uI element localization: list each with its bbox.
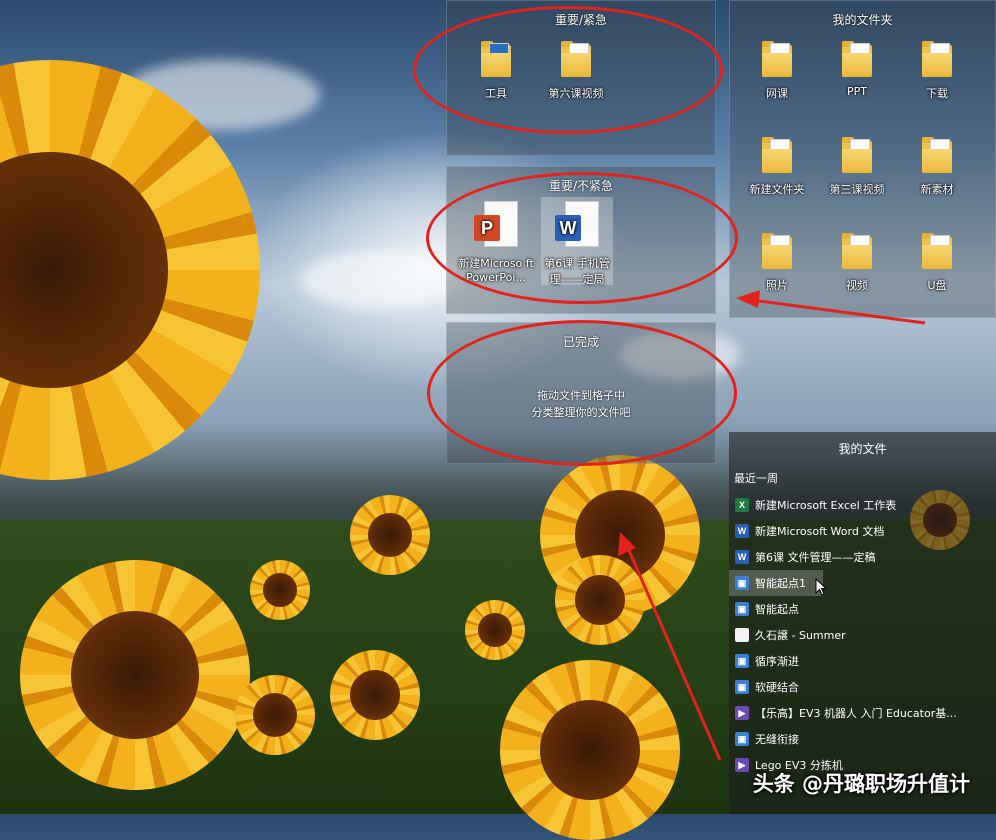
arrow-head (736, 290, 760, 308)
arrow-line (751, 298, 926, 325)
watermark: 头条 @丹璐职场升值计 (752, 772, 970, 796)
arrow-head (618, 532, 636, 556)
arrow-line (626, 547, 722, 761)
annotation-arrows (618, 290, 926, 761)
